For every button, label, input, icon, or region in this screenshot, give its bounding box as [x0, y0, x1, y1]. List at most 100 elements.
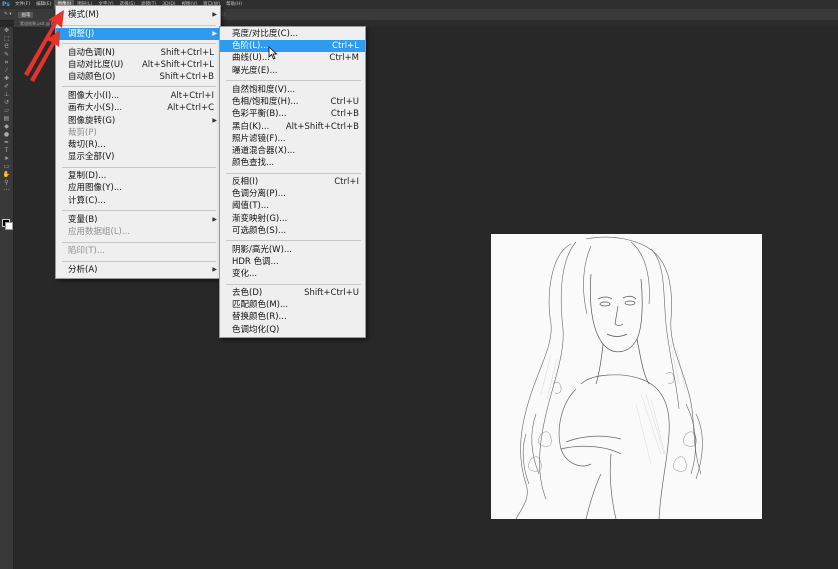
menu-item-label: 显示全部(V): [68, 152, 115, 162]
menu-separator: [226, 284, 361, 285]
lasso-tool-icon[interactable]: ᘓ: [0, 43, 13, 51]
menu-item-equalize[interactable]: 色调均化(Q): [220, 324, 365, 336]
eraser-tool-icon[interactable]: ▱: [0, 107, 13, 115]
menu-item-match-color[interactable]: 匹配颜色(M)...: [220, 299, 365, 311]
menu-item-canvas-size[interactable]: 画布大小(S)... Alt+Ctrl+C: [56, 102, 220, 114]
menu-item-shortcut: Shift+Ctrl+B: [159, 72, 214, 82]
menu-item-variations[interactable]: 变化...: [220, 268, 365, 280]
menu-item-image-size[interactable]: 图像大小(I)... Alt+Ctrl+I: [56, 90, 220, 102]
menu-item-invert[interactable]: 反相(I) Ctrl+I: [220, 176, 365, 188]
document-canvas[interactable]: [491, 234, 762, 520]
menu-item-replace-color[interactable]: 替换颜色(R)...: [220, 311, 365, 323]
submenu-arrow-icon: ▶: [212, 117, 217, 124]
crop-tool-icon[interactable]: ⌗: [0, 59, 13, 67]
zoom-tool-icon[interactable]: ⚲: [0, 179, 13, 187]
healing-tool-icon[interactable]: ✚: [0, 75, 13, 83]
menu-item-black-white[interactable]: 黑白(K)... Alt+Shift+Ctrl+B: [220, 121, 365, 133]
menu-item-duplicate[interactable]: 复制(D)...: [56, 170, 220, 182]
hand-tool-icon[interactable]: ✋: [0, 171, 13, 179]
dodge-tool-icon[interactable]: ●: [0, 131, 13, 139]
menu-separator: [62, 167, 216, 168]
menu-item-label: 图像旋转(G): [68, 116, 116, 126]
red-annotation-arrow-icon: [30, 30, 60, 82]
menu-item-exposure[interactable]: 曝光度(E)...: [220, 65, 365, 77]
menu-item-shortcut: Ctrl+B: [330, 109, 359, 119]
menu-item-selective-color[interactable]: 可选颜色(S)...: [220, 225, 365, 237]
menu-item-image-rotation[interactable]: 图像旋转(G) ▶: [56, 115, 220, 127]
menu-item-hdr-toning[interactable]: HDR 色调...: [220, 256, 365, 268]
menu-item-color-lookup[interactable]: 颜色查找...: [220, 157, 365, 169]
menu-item-label: 变量(B): [68, 215, 98, 225]
menu-separator: [62, 242, 216, 243]
menu-item-label: 黑白(K)...: [232, 122, 270, 132]
menu-item-crop: 裁剪(P): [56, 127, 220, 139]
menu-item-mode[interactable]: 模式(M) ▶: [56, 9, 220, 21]
menu-separator: [62, 25, 216, 26]
menu-item-shortcut: Alt+Ctrl+C: [167, 103, 214, 113]
menu-item-vibrance[interactable]: 自然饱和度(V)...: [220, 84, 365, 96]
blur-tool-icon[interactable]: ◆: [0, 123, 13, 131]
menu-item-desaturate[interactable]: 去色(D) Shift+Ctrl+U: [220, 287, 365, 299]
more-tools-icon[interactable]: ···: [0, 187, 13, 195]
mouse-cursor-icon: [268, 46, 278, 60]
menu-item-label: 模式(M): [68, 10, 99, 20]
menu-item-label: 色彩平衡(B)...: [232, 109, 287, 119]
brush-tool-icon[interactable]: ✐: [0, 83, 13, 91]
menu-item-color-balance[interactable]: 色彩平衡(B)... Ctrl+B: [220, 108, 365, 120]
menu-item-calculations[interactable]: 计算(C)...: [56, 195, 220, 207]
menu-item-levels[interactable]: 色阶(L)... Ctrl+L: [220, 40, 365, 52]
menu-item-photo-filter[interactable]: 照片滤镜(F)...: [220, 133, 365, 145]
sketch-portrait-image: [491, 234, 762, 520]
menu-item-adjustments[interactable]: 调整(J) ▶: [56, 28, 220, 40]
move-tool-icon[interactable]: ✥: [0, 27, 13, 35]
menu-item-threshold[interactable]: 阈值(T)...: [220, 200, 365, 212]
pen-tool-icon[interactable]: ✒: [0, 139, 13, 147]
menu-item-label: 色相/饱和度(H)...: [232, 97, 299, 107]
menu-item-hue-saturation[interactable]: 色相/饱和度(H)... Ctrl+U: [220, 96, 365, 108]
eyedropper-tool-icon[interactable]: ⁄: [0, 67, 13, 75]
menu-item-brightness-contrast[interactable]: 亮度/对比度(C)...: [220, 28, 365, 40]
menu-item-posterize[interactable]: 色调分离(P)...: [220, 188, 365, 200]
menu-item-label: 图像大小(I)...: [68, 91, 120, 101]
menu-item-label: 曲线(U)...: [232, 53, 270, 63]
menu-item-auto-tone[interactable]: 自动色调(N) Shift+Ctrl+L: [56, 47, 220, 59]
menu-item-label: 陷印(T)...: [68, 246, 105, 256]
menu-item-reveal-all[interactable]: 显示全部(V): [56, 151, 220, 163]
menu-separator: [62, 210, 216, 211]
background-color-swatch[interactable]: [5, 222, 13, 230]
menu-item-curves[interactable]: 曲线(U)... Ctrl+M: [220, 52, 365, 64]
menu-item-auto-color[interactable]: 自动颜色(O) Shift+Ctrl+B: [56, 71, 220, 83]
menu-item-label: 画布大小(S)...: [68, 103, 123, 113]
menu-item-shadows-highlights[interactable]: 阴影/高光(W)...: [220, 244, 365, 256]
tools-panel: ✥ ⬚ ᘓ ✎ ⌗ ⁄ ✚ ✐ ⊥ ↺ ▱ ▤ ◆ ● ✒ T ➤ ▭ ✋ ⚲ …: [0, 27, 14, 569]
menu-help[interactable]: 帮助(H): [223, 0, 245, 9]
submenu-arrow-icon: ▶: [212, 30, 217, 37]
menu-item-shortcut: Alt+Shift+Ctrl+B: [285, 122, 359, 132]
menu-separator: [62, 43, 216, 44]
menu-item-channel-mixer[interactable]: 通道混合器(X)...: [220, 145, 365, 157]
tool-preset-picker[interactable]: ✎ ▾: [0, 12, 15, 17]
adjustments-submenu: 亮度/对比度(C)... 色阶(L)... Ctrl+L 曲线(U)... Ct…: [219, 26, 366, 338]
stamp-tool-icon[interactable]: ⊥: [0, 91, 13, 99]
menu-item-label: 自动颜色(O): [68, 72, 116, 82]
menu-item-label: 裁剪(P): [68, 128, 97, 138]
menu-item-shortcut: Shift+Ctrl+U: [304, 288, 359, 298]
marquee-tool-icon[interactable]: ⬚: [0, 35, 13, 43]
menu-item-shortcut: Ctrl+M: [329, 53, 359, 63]
menu-item-trim[interactable]: 裁切(R)...: [56, 139, 220, 151]
submenu-arrow-icon: ▶: [212, 216, 217, 223]
menu-item-variables[interactable]: 变量(B) ▶: [56, 214, 220, 226]
menu-item-apply-data-set: 应用数据组(L)...: [56, 226, 220, 238]
quick-select-tool-icon[interactable]: ✎: [0, 51, 13, 59]
menu-item-apply-image[interactable]: 应用图像(Y)...: [56, 182, 220, 194]
menu-item-gradient-map[interactable]: 渐变映射(G)...: [220, 213, 365, 225]
shape-tool-icon[interactable]: ▭: [0, 163, 13, 171]
menu-item-label: 自动对比度(U): [68, 60, 124, 70]
path-select-tool-icon[interactable]: ➤: [0, 155, 13, 163]
menu-item-analysis[interactable]: 分析(A) ▶: [56, 264, 220, 276]
gradient-tool-icon[interactable]: ▤: [0, 115, 13, 123]
history-brush-tool-icon[interactable]: ↺: [0, 99, 13, 107]
menu-item-auto-contrast[interactable]: 自动对比度(U) Alt+Shift+Ctrl+L: [56, 59, 220, 71]
type-tool-icon[interactable]: T: [0, 147, 13, 155]
submenu-arrow-icon: ▶: [212, 11, 217, 18]
